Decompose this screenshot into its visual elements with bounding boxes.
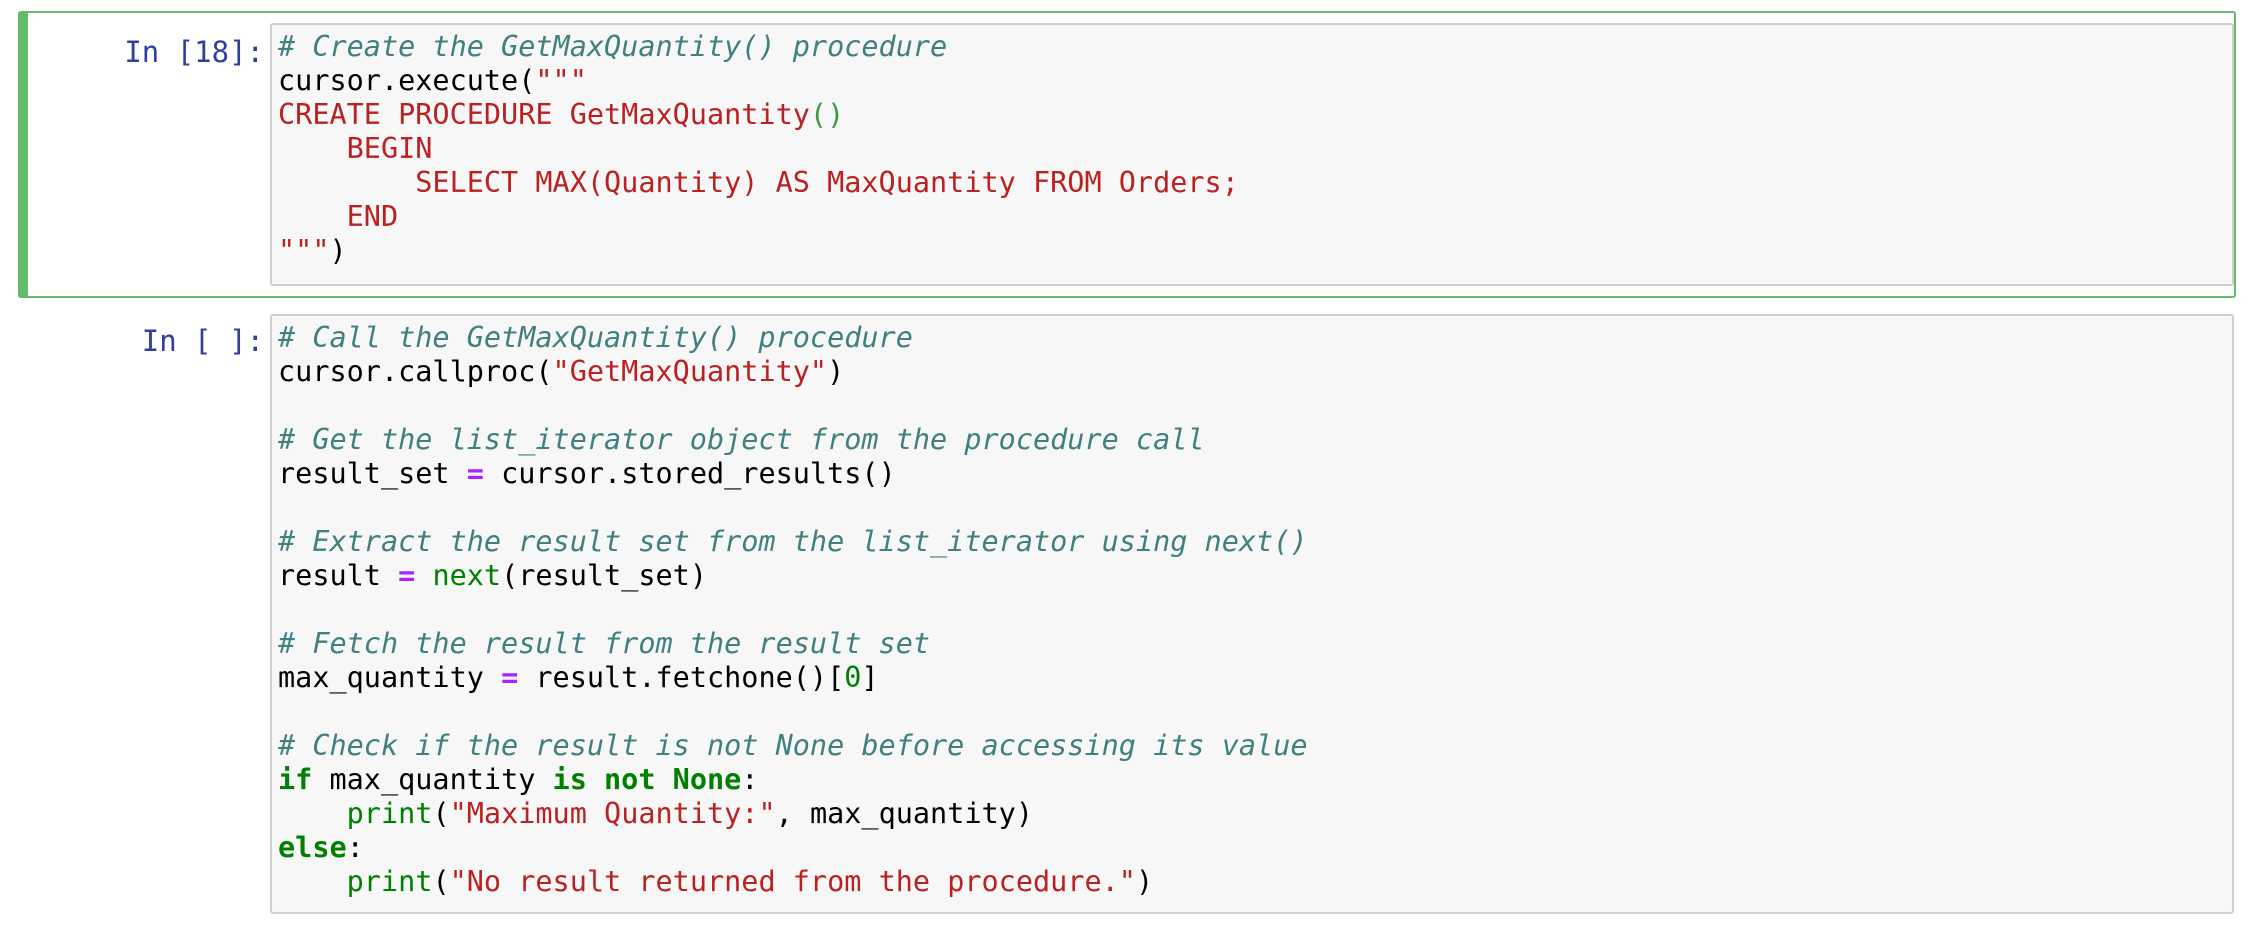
code-token-keyword: is not None	[552, 763, 742, 796]
code-token-plain: result_set	[278, 457, 467, 490]
code-token-builtin: print	[346, 865, 433, 898]
code-token-plain: , max_quantity)	[775, 797, 1034, 830]
code-token-plain: max_quantity	[312, 763, 553, 796]
code-line: cursor.callproc("GetMaxQuantity")	[278, 355, 1308, 389]
code-token-string: "GetMaxQuantity"	[552, 355, 828, 388]
cell-2-code-input[interactable]: # Call the GetMaxQuantity() procedure cur…	[270, 314, 2234, 914]
code-token-keyword: else	[278, 831, 347, 864]
code-token-plain: :	[346, 831, 364, 864]
code-token-plain: )	[1135, 865, 1154, 898]
code-token-paren-green: ()	[809, 98, 845, 131]
code-token-comment: # Create the GetMaxQuantity() procedure	[278, 30, 948, 63]
code-token-plain: max_quantity	[278, 661, 502, 694]
code-token-operator: =	[398, 559, 416, 592]
code-token-builtin: print	[346, 797, 433, 830]
code-line: result = next(result_set)	[278, 559, 1308, 593]
code-line: # Create the GetMaxQuantity() procedure	[278, 30, 1239, 64]
code-token-plain: )	[329, 234, 347, 267]
code-token-string: END	[278, 200, 399, 233]
code-token-plain: (	[432, 797, 450, 830]
code-line: CREATE PROCEDURE GetMaxQuantity()	[278, 98, 1239, 132]
code-token-plain: cursor.execute(	[278, 64, 536, 97]
code-line: if max_quantity is not None:	[278, 763, 1308, 797]
code-token-string: "No result returned from the procedure."	[449, 865, 1136, 898]
code-token-plain: (	[432, 865, 450, 898]
code-token-keyword: if	[278, 763, 313, 796]
code-token-string: "Maximum Quantity:"	[449, 797, 776, 830]
code-token-comment: # Check if the result is not None before…	[278, 729, 1308, 762]
code-line: max_quantity = result.fetchone()[0]	[278, 661, 1308, 695]
code-line: else:	[278, 831, 1308, 865]
code-line: result_set = cursor.stored_results()	[278, 457, 1308, 491]
code-token-string: SELECT MAX(Quantity) AS MaxQuantity FROM…	[278, 166, 1239, 199]
code-token-plain: result	[278, 559, 399, 592]
code-token-plain: :	[741, 763, 759, 796]
code-line: END	[278, 200, 1239, 234]
code-line: cursor.execute("""	[278, 64, 1239, 98]
code-line: BEGIN	[278, 132, 1239, 166]
code-line: SELECT MAX(Quantity) AS MaxQuantity FROM…	[278, 166, 1239, 200]
code-token-comment: # Fetch the result from the result set	[278, 627, 931, 660]
code-token-plain: cursor.stored_results()	[483, 457, 896, 490]
code-token-string: BEGIN	[278, 132, 433, 165]
code-line: # Check if the result is not None before…	[278, 729, 1308, 763]
code-token-plain: (result_set)	[501, 559, 707, 592]
code-token-string: """	[535, 64, 587, 97]
code-token-number: 0	[844, 661, 862, 694]
cell-1-code-input[interactable]: # Create the GetMaxQuantity() procedure c…	[270, 23, 2234, 286]
code-token-comment: # Extract the result set from the list_i…	[278, 525, 1308, 558]
code-token-plain: )	[827, 355, 845, 388]
code-token-comment: # Get the list_iterator object from the …	[278, 423, 1205, 456]
code-cell-1[interactable]: In [18]: # Create the GetMaxQuantity() p…	[18, 11, 2236, 298]
code-token-string: """	[278, 234, 330, 267]
code-token-operator: =	[466, 457, 484, 490]
code-token-plain: cursor.callproc(	[278, 355, 553, 388]
code-cell-2[interactable]: In [ ]: # Call the GetMaxQuantity() proc…	[18, 312, 2236, 916]
code-line: print("Maximum Quantity:", max_quantity)	[278, 797, 1308, 831]
cell-1-prompt: In [18]:	[124, 35, 264, 69]
code-token-comment: # Call the GetMaxQuantity() procedure	[278, 321, 913, 354]
code-line: # Extract the result set from the list_i…	[278, 525, 1308, 559]
code-line: # Get the list_iterator object from the …	[278, 423, 1308, 457]
code-token-plain: ]	[861, 661, 879, 694]
code-token-operator: =	[501, 661, 519, 694]
code-line: print("No result returned from the proce…	[278, 865, 1308, 899]
cell-1-code[interactable]: # Create the GetMaxQuantity() procedure c…	[278, 30, 1239, 268]
cell-2-prompt: In [ ]:	[141, 324, 264, 358]
code-token-plain: result.fetchone()[	[518, 661, 845, 694]
code-line: # Call the GetMaxQuantity() procedure	[278, 321, 1308, 355]
code-token-builtin: next	[432, 559, 502, 592]
cell-2-code[interactable]: # Call the GetMaxQuantity() procedure cur…	[278, 321, 1308, 899]
code-line: # Fetch the result from the result set	[278, 627, 1308, 661]
code-token-string: CREATE PROCEDURE GetMaxQuantity	[278, 98, 810, 131]
code-line: """)	[278, 234, 1239, 268]
